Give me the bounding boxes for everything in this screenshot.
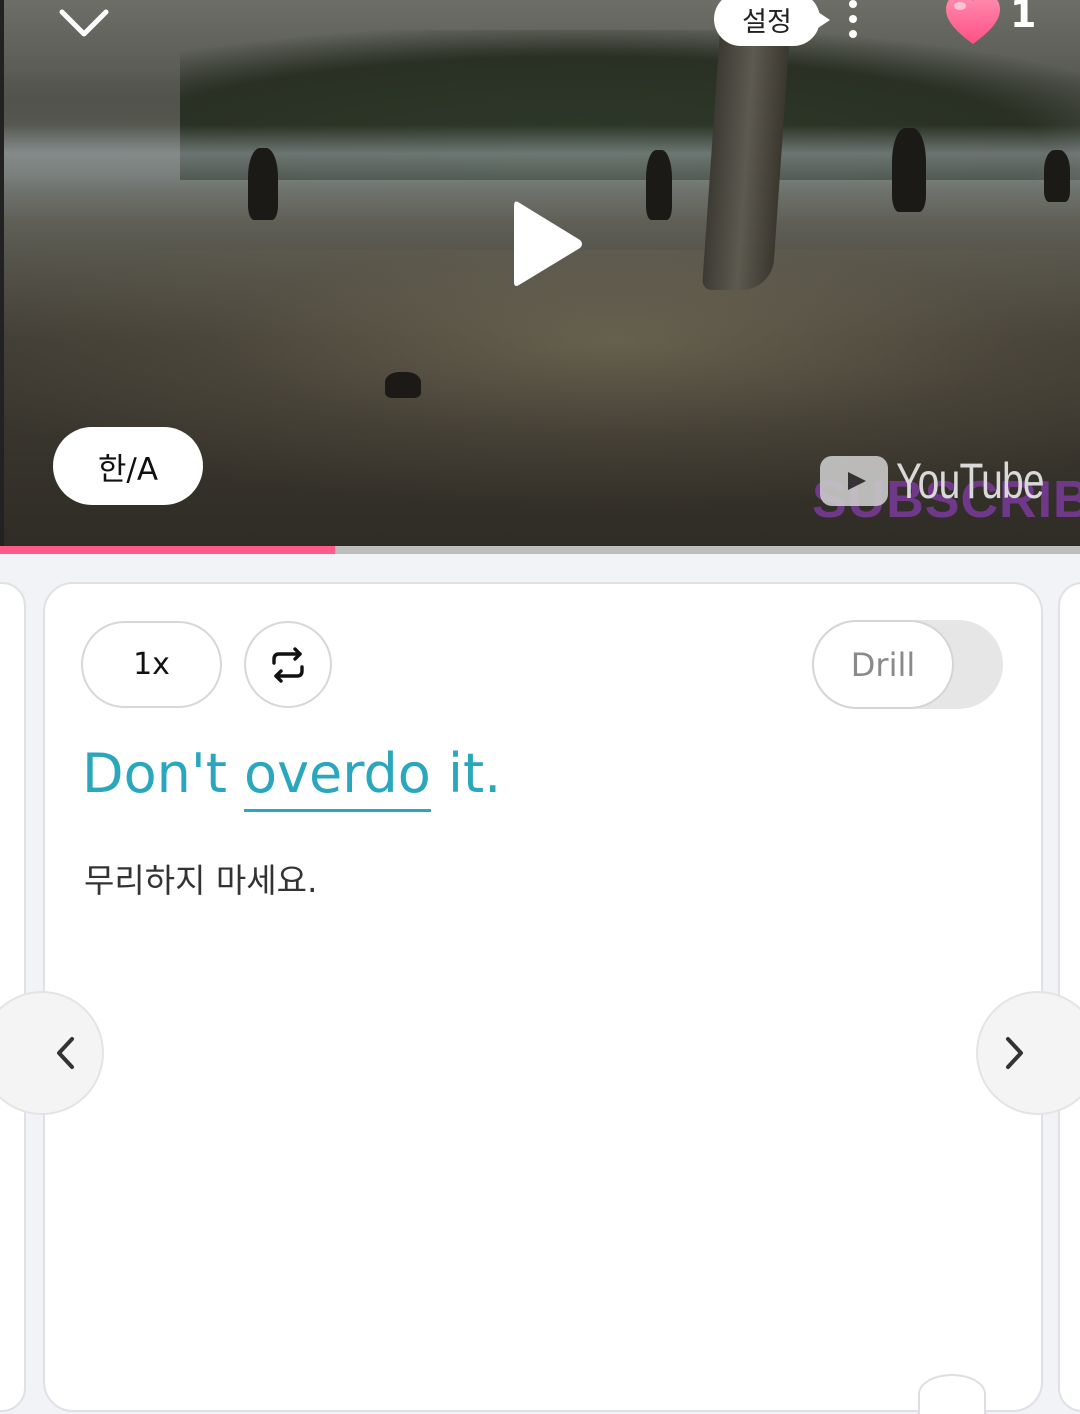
- youtube-watermark-text: YouTube: [896, 453, 1045, 509]
- youtube-logo-icon: [820, 456, 888, 506]
- play-icon[interactable]: [508, 196, 586, 292]
- kebab-menu-icon[interactable]: [838, 0, 868, 42]
- video-frame-person: [248, 148, 278, 220]
- video-frame-person: [646, 150, 672, 220]
- chevron-down-icon[interactable]: [58, 2, 110, 42]
- repeat-icon: [272, 646, 304, 683]
- bottom-action-button[interactable]: [918, 1374, 986, 1414]
- korean-translation: 무리하지 마세요.: [84, 861, 318, 900]
- sentence-text-before: Don't: [82, 742, 245, 805]
- video-progress-fill: [0, 546, 335, 554]
- heart-icon[interactable]: [944, 0, 1002, 46]
- video-frame-person: [1044, 150, 1070, 202]
- likes-count: 1: [1010, 0, 1037, 36]
- sentence-keyword[interactable]: overdo: [244, 742, 431, 812]
- drill-toggle-knob: Drill: [812, 620, 954, 709]
- chevron-right-icon: [1006, 1037, 1023, 1069]
- settings-bubble[interactable]: 설정: [714, 0, 830, 46]
- drill-toggle[interactable]: Drill: [812, 620, 1003, 709]
- sentence-text-after: it.: [430, 742, 502, 805]
- chevron-left-icon: [57, 1037, 74, 1069]
- english-sentence: Don't overdo it.: [82, 742, 502, 812]
- repeat-button[interactable]: [244, 621, 332, 708]
- video-progress-bar[interactable]: [0, 546, 1080, 554]
- video-left-edge: [0, 0, 4, 548]
- video-frame-person: [892, 128, 926, 212]
- language-toggle-button[interactable]: 한/A: [53, 427, 203, 505]
- video-frame-bird: [385, 372, 421, 398]
- video-player[interactable]: 설정 1 한/A SUBSCRIBE YouTube: [0, 0, 1080, 548]
- playback-speed-button[interactable]: 1x: [81, 621, 222, 708]
